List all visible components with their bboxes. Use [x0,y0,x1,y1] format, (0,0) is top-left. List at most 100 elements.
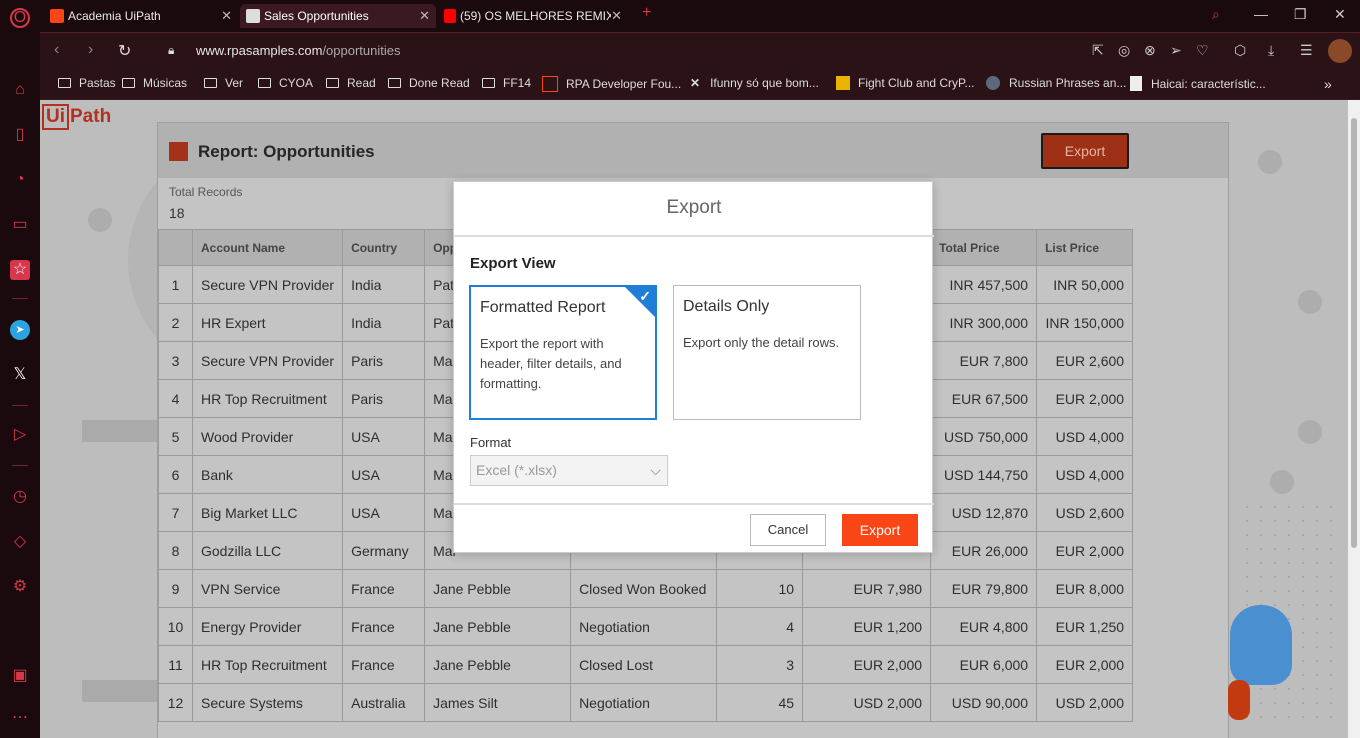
folder-icon [258,78,271,88]
bookmark-label: Haicai: característic... [1151,76,1266,91]
bookmark-link[interactable]: ✕ Ifunny só que bom... [690,76,819,90]
chevron-down-icon: ⌵ [650,462,661,478]
bookmark-label: Pastas [79,76,116,90]
tab-youtube[interactable]: (59) OS MELHORES REMIXE ✕ [438,4,628,28]
box-icon[interactable]: ◇ [10,532,30,552]
bookmark-folder[interactable]: Done Read [388,76,470,90]
share-icon[interactable]: ⇱ [1092,42,1104,59]
new-tab-icon[interactable]: + [642,4,651,22]
bookmark-folder[interactable]: CYOA [258,76,313,90]
bookmark-link[interactable]: Russian Phrases an... [986,76,1126,90]
tab-title: Sales Opportunities [264,9,369,23]
close-tab-icon[interactable]: ✕ [221,8,232,24]
gallery-icon[interactable]: ▣ [10,666,30,686]
gamepad-icon[interactable]: ▭ [10,215,30,235]
extensions-icon[interactable]: ⬡ [1234,42,1246,59]
bookmark-link[interactable]: Fight Club and CryP... [836,76,975,90]
bookmark-folder[interactable]: Músicas [122,76,187,90]
bookmark-folder[interactable]: Ver [204,76,243,90]
adblock-icon[interactable]: ⊗ [1144,42,1156,59]
bookmark-icon [986,76,1000,90]
folder-icon [482,78,495,88]
settings-icon[interactable]: ⚙ [10,577,30,597]
export-view-heading: Export View [470,255,556,272]
close-tab-icon[interactable]: ✕ [611,8,622,24]
sidebar-divider [12,405,28,406]
format-label: Format [470,435,512,450]
bookmark-label: Fight Club and CryP... [858,76,975,90]
star-icon[interactable]: ☆ [10,260,30,280]
bookmark-label: Done Read [409,76,470,90]
folder-icon [58,78,71,88]
history-icon[interactable]: ◔ [10,170,30,190]
browser-sidebar: O ⌂ ▯ ◔ ▭ ☆ ➤ 𝕏 ▷ ◷ ◇ ⚙ ▣ ⋯ [0,0,40,738]
more-bookmarks-icon[interactable]: » [1324,76,1332,92]
tab-academia[interactable]: Academia UiPath ✕ [44,4,238,28]
bookmark-label: RPA Developer Fou... [566,77,682,91]
option-details-only[interactable]: Details Only Export only the detail rows… [673,285,861,420]
download-icon[interactable]: ⤓ [1268,42,1274,59]
bookmark-label: Read [347,76,376,90]
minimize-icon[interactable]: — [1254,6,1268,22]
heart-icon[interactable]: ♡ [1196,42,1209,59]
clock-icon[interactable]: ◷ [10,487,30,507]
page-icon [246,9,260,23]
x-icon[interactable]: 𝕏 [10,365,30,385]
mascot-image [1228,680,1250,720]
reload-icon[interactable]: ↻ [118,41,131,61]
option-formatted-report[interactable]: ✓ Formatted Report Export the report wit… [469,285,657,420]
scrollbar-thumb[interactable] [1351,118,1357,548]
bookmark-folder[interactable]: Pastas [58,76,116,90]
player-icon[interactable]: ▷ [10,425,30,445]
folder-icon [326,78,339,88]
forward-icon[interactable]: › [88,41,93,59]
modal-overlay: Export Export View ✓ Formatted Report Ex… [40,100,1348,738]
bookmark-folder[interactable]: FF14 [482,76,531,90]
folder-icon [388,78,401,88]
book-icon[interactable]: ▯ [10,125,30,145]
more-icon[interactable]: ⋯ [10,708,30,728]
mascot-image [1230,605,1292,685]
url-field[interactable]: www.rpasamples.com/opportunities [196,43,401,58]
restore-icon[interactable]: ❐ [1294,6,1307,23]
back-icon[interactable]: ‹ [54,41,59,59]
tab-sales-opportunities[interactable]: Sales Opportunities ✕ [240,4,436,28]
option-title: Formatted Report [480,299,606,316]
bookmark-label: FF14 [503,76,532,90]
option-title: Details Only [683,298,770,315]
bookmark-link[interactable]: Haicai: característic... [1130,76,1266,91]
send-icon[interactable]: ➢ [1170,42,1182,59]
lock-icon: 🔒︎ [168,43,175,57]
folder-icon [122,78,135,88]
folder-icon [204,78,217,88]
bookmark-folder[interactable]: Read [326,76,376,90]
url-host: www.rpasamples.com [196,43,323,58]
tab-bar: Academia UiPath ✕ Sales Opportunities ✕ … [40,0,1360,32]
avatar[interactable] [1328,39,1352,63]
url-path: /opportunities [322,43,401,58]
close-window-icon[interactable]: ✕ [1334,6,1346,23]
bookmark-label: Russian Phrases an... [1009,76,1127,90]
document-icon [1130,76,1142,91]
tab-title: (59) OS MELHORES REMIXE [459,9,622,23]
bookmark-label: Músicas [143,76,188,90]
bookmark-label: Ifunny só que bom... [710,76,819,90]
format-select[interactable]: Excel (*.xlsx) ⌵ [470,455,668,486]
menu-icon[interactable]: ☰ [1300,42,1313,59]
tab-title: Academia UiPath [68,9,161,23]
home-icon[interactable]: ⌂ [10,80,30,100]
search-icon[interactable]: ⌕ [1212,6,1220,23]
bookmark-link[interactable]: RPA Developer Fou... [542,76,681,92]
close-tab-icon[interactable]: ✕ [419,8,430,24]
camera-icon[interactable]: ◎ [1118,42,1130,59]
opera-logo-icon[interactable]: O [10,8,30,28]
scrollbar[interactable] [1348,100,1360,738]
bookmarks-bar: Pastas Músicas Ver CYOA Read Done Read F… [40,68,1360,100]
x-icon: ✕ [690,76,701,90]
telegram-icon[interactable]: ➤ [10,320,30,340]
page-content: Ui Path Report: Opportunities Export Tota… [40,100,1348,738]
cancel-button[interactable]: Cancel [750,514,826,546]
uipath-icon [542,76,558,92]
dialog-export-button[interactable]: Export [842,514,918,546]
format-value: Excel (*.xlsx) [476,462,557,478]
